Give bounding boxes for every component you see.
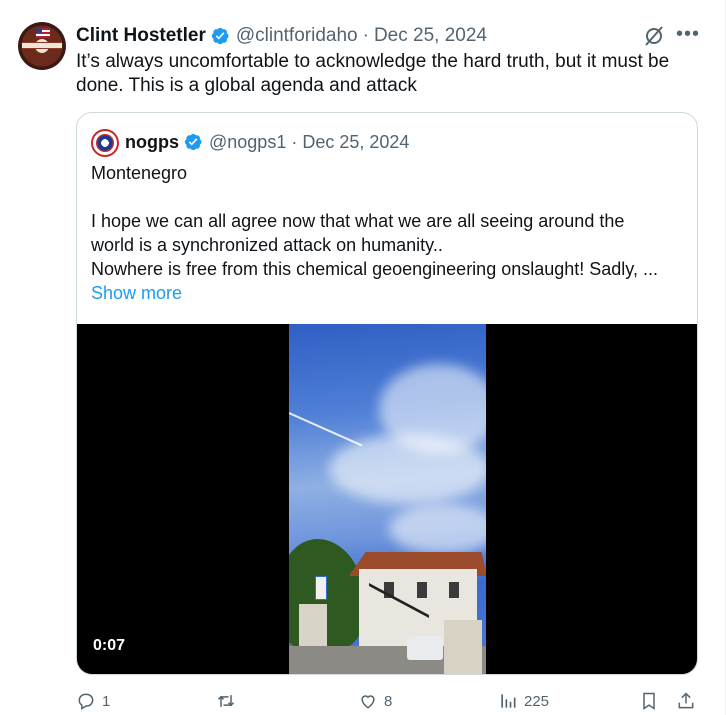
contrail-line: [289, 412, 363, 447]
avatar-stripe: [22, 42, 62, 49]
tweet-date[interactable]: Dec 25, 2024: [374, 25, 487, 47]
car-shape: [407, 636, 443, 660]
views-icon: [501, 694, 516, 708]
reply-button[interactable]: 1: [76, 688, 110, 714]
house-window: [417, 582, 427, 598]
views-count: 225: [524, 692, 550, 710]
share-button[interactable]: [676, 688, 696, 714]
quoted-text-line: I hope we can all agree now that what we…: [91, 211, 625, 231]
share-icon: [678, 692, 694, 709]
author-name[interactable]: Clint Hostetler: [76, 25, 206, 47]
tweet-card[interactable]: Clint Hostetler @clintforidaho · Dec 25,…: [0, 0, 726, 715]
tweet-text-line: It’s always uncomfortable to acknowledge…: [76, 51, 670, 72]
repost-icon: [217, 695, 235, 707]
like-count: 8: [384, 692, 393, 710]
video-player[interactable]: 0:07: [77, 324, 697, 674]
bookmark-button[interactable]: [639, 688, 659, 714]
street-sign: [315, 576, 327, 600]
views-button[interactable]: 225: [498, 688, 549, 714]
gate-shape: [444, 620, 482, 674]
quoted-tweet-date[interactable]: Dec 25, 2024: [302, 132, 409, 153]
tweet-header: Clint Hostetler @clintforidaho · Dec 25,…: [76, 24, 487, 48]
grok-icon[interactable]: [642, 24, 666, 48]
cloud-shape: [329, 434, 486, 504]
quoted-tweet-text: Montenegro I hope we can all agree now t…: [91, 161, 687, 305]
tweet-text-line: done. This is a global agenda and attack: [76, 75, 417, 96]
quoted-author-handle[interactable]: @nogps1: [209, 132, 286, 153]
house-window: [449, 582, 459, 598]
quoted-avatar-emblem: [96, 134, 114, 152]
quoted-author-avatar[interactable]: [91, 129, 119, 157]
quoted-text-spacer: [91, 185, 687, 209]
quoted-text-line: world is a synchronized attack on humani…: [91, 235, 443, 255]
flag-graphic: [36, 28, 50, 38]
quoted-tweet-header: nogps @nogps1 · Dec 25, 2024: [125, 130, 409, 154]
quoted-author-name[interactable]: nogps: [125, 132, 179, 153]
reply-icon: [78, 693, 94, 710]
cloud-shape: [389, 504, 486, 554]
more-icon[interactable]: •••: [676, 24, 700, 48]
video-duration: 0:07: [93, 637, 126, 654]
verified-badge-icon[interactable]: [183, 132, 203, 152]
heart-icon: [361, 695, 375, 709]
verified-badge-icon[interactable]: [210, 26, 230, 46]
reply-count: 1: [102, 692, 111, 710]
video-frame: [289, 324, 486, 674]
header-separator: ·: [362, 25, 369, 46]
like-button[interactable]: 8: [358, 688, 392, 714]
quoted-text-line: Nowhere is free from this chemical geoen…: [91, 259, 658, 279]
show-more-link[interactable]: Show more: [91, 281, 687, 305]
header-separator: ·: [291, 131, 298, 152]
author-handle[interactable]: @clintforidaho: [236, 25, 358, 47]
bookmark-icon: [643, 692, 655, 710]
author-avatar[interactable]: [18, 22, 66, 70]
action-bar: 1 8 225: [76, 688, 696, 714]
tweet-text: It’s always uncomfortable to acknowledge…: [76, 50, 686, 98]
repost-button[interactable]: [216, 688, 242, 714]
quoted-tweet[interactable]: nogps @nogps1 · Dec 25, 2024 Montenegro …: [76, 112, 698, 675]
quoted-text-line: Montenegro: [91, 163, 188, 183]
